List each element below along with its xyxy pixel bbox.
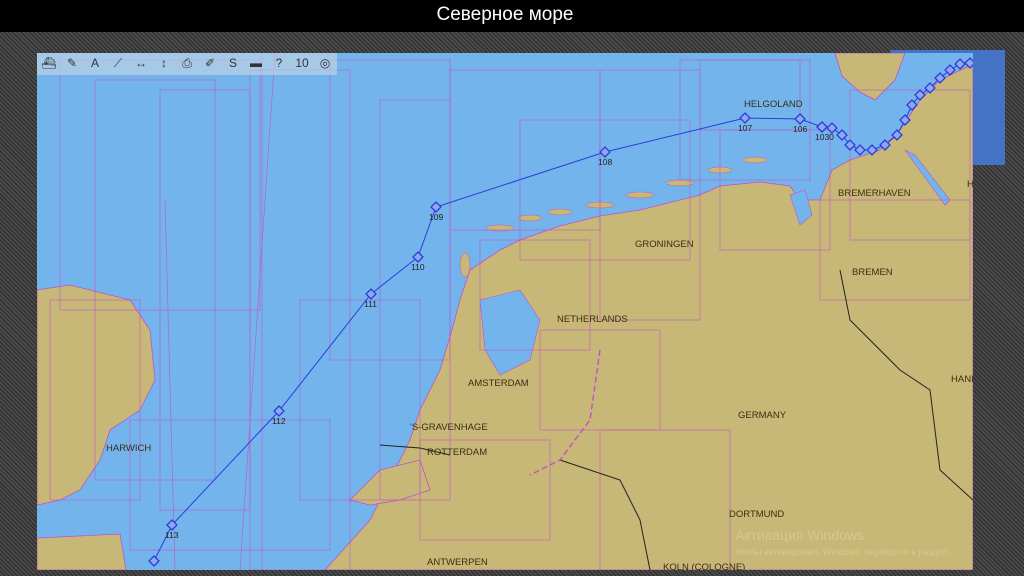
- waypoint-marker[interactable]: [844, 139, 856, 151]
- measure-horizontal-icon[interactable]: ↔: [131, 54, 151, 72]
- label-bremerhaven: BREMERHAVEN: [838, 188, 911, 199]
- waypoint-109[interactable]: [430, 201, 442, 213]
- waypoint-marker[interactable]: [148, 555, 160, 567]
- chart-toolbar: ⛴ ✎ A ⟋ ↔ ↕ ⎙ ✐ S ▬? 10 ◎: [37, 53, 337, 75]
- label-antwerpen: ANTWERPEN: [427, 557, 488, 568]
- land-england: [37, 284, 156, 506]
- land-denmark: [834, 53, 906, 101]
- waypoint-marker[interactable]: [854, 144, 866, 156]
- title-bar: Северное море: [0, 0, 1024, 32]
- label-groningen: GRONINGEN: [635, 239, 694, 250]
- help-icon[interactable]: ?: [269, 54, 289, 72]
- label-bremen: BREMEN: [852, 267, 893, 278]
- waypoint-label: 111: [364, 299, 377, 309]
- chart-canvas[interactable]: 107 106 1030 108 109 110 111 112 113 HELGOLAND B…: [37, 53, 973, 570]
- edit-chart-icon[interactable]: ✐: [200, 54, 220, 72]
- waypoint-label: 106: [793, 124, 807, 134]
- route-icon[interactable]: ⟋: [108, 54, 128, 72]
- layers-icon[interactable]: ▬: [246, 54, 266, 72]
- waypoint-marker[interactable]: [964, 57, 973, 69]
- waypoint-label: 1030: [815, 132, 834, 142]
- waypoint-label: 107: [738, 123, 752, 133]
- label-rotterdam: ROTTERDAM: [427, 447, 487, 458]
- waypoint-marker[interactable]: [836, 129, 848, 141]
- pencil-icon[interactable]: ✎: [62, 54, 82, 72]
- svg-text:Чтобы активировать Windows, пе: Чтобы активировать Windows, перейдите в …: [735, 547, 948, 557]
- label-harwich: HARWICH: [106, 443, 151, 454]
- label-gravenhage: 'S-GRAVENHAGE: [410, 422, 488, 433]
- label-helgoland: HELGOLAND: [744, 99, 803, 110]
- label-netherlands: NETHERLANDS: [557, 314, 628, 325]
- waypoint-label: 108: [598, 157, 612, 167]
- waypoint-marker[interactable]: [954, 58, 966, 70]
- curve-icon[interactable]: S: [223, 54, 243, 72]
- waypoint-label: 112: [272, 416, 286, 426]
- measure-vertical-icon[interactable]: ↕: [154, 54, 174, 72]
- label-amsterdam: AMSTERDAM: [468, 378, 529, 389]
- label-hannover: HANI: [951, 374, 973, 385]
- waypoint-label: 109: [429, 212, 443, 222]
- waypoint-label: 110: [411, 262, 425, 272]
- label-koln: KOLN (COLOGNE): [663, 562, 745, 570]
- land-continent: [324, 63, 973, 570]
- land-england-south: [37, 533, 127, 570]
- label-hamburg: H: [967, 179, 973, 190]
- waypoint-107[interactable]: [739, 112, 751, 124]
- print-icon[interactable]: ⎙: [177, 54, 197, 72]
- ship-icon[interactable]: ⛴: [39, 54, 59, 72]
- waypoint-1030[interactable]: [816, 121, 828, 133]
- waypoint-111[interactable]: [365, 288, 377, 300]
- lifebuoy-icon[interactable]: ◎: [315, 54, 335, 72]
- nautical-chart[interactable]: 107 106 1030 108 109 110 111 112 113 HELGOLAND B…: [37, 53, 973, 570]
- waypoint-106[interactable]: [794, 113, 806, 125]
- waypoint-110[interactable]: [412, 251, 424, 263]
- waypoint-108[interactable]: [599, 146, 611, 158]
- svg-text:Активация Windows: Активация Windows: [735, 527, 864, 543]
- waypoint-label: 113: [165, 530, 179, 540]
- label-dortmund: DORTMUND: [729, 509, 784, 520]
- slide-title: Северное море: [436, 4, 574, 25]
- zoom-level-icon[interactable]: 10: [292, 54, 312, 72]
- text-icon[interactable]: A: [85, 54, 105, 72]
- label-germany: GERMANY: [738, 410, 787, 421]
